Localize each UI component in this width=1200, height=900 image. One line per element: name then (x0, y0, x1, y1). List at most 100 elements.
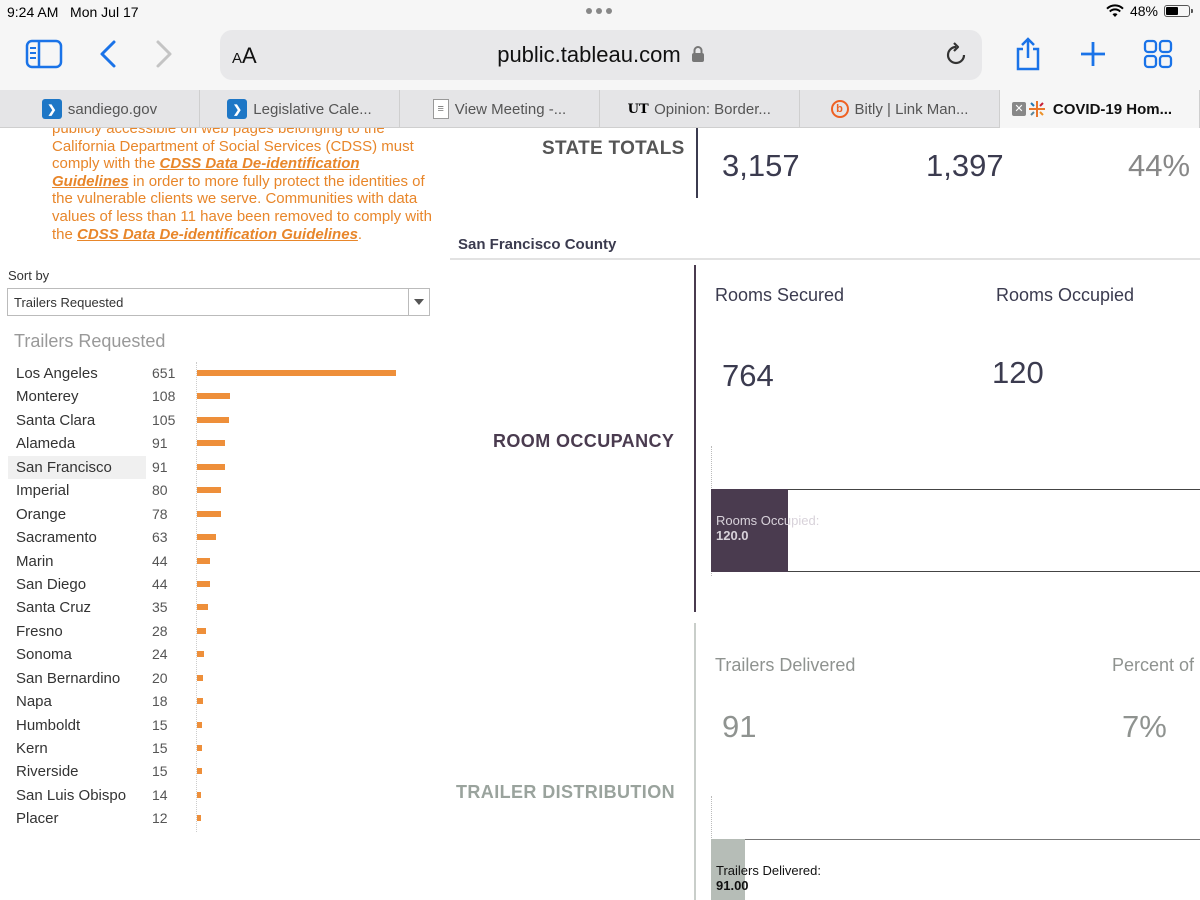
battery-icon (1164, 5, 1193, 17)
bar[interactable] (197, 745, 202, 751)
bar[interactable] (197, 580, 211, 587)
category-label: San Luis Obispo (16, 786, 127, 804)
state-total-rooms-secured: 3,157 (722, 148, 800, 183)
bar[interactable] (197, 721, 202, 728)
category-label: Kern (16, 740, 48, 757)
chart-row[interactable]: Los Angeles 651 (8, 362, 428, 385)
chart-row[interactable]: San Diego 44 (8, 573, 428, 596)
bar[interactable] (197, 463, 225, 470)
bar[interactable] (197, 557, 211, 564)
close-tab-icon[interactable]: ✕ (1012, 102, 1026, 116)
bar[interactable] (197, 627, 206, 634)
bar[interactable] (197, 791, 202, 798)
category-label: Marin (16, 552, 54, 570)
chart-row[interactable]: Marin 44 (8, 550, 428, 573)
chart-row[interactable]: Santa Clara 105 (8, 409, 428, 432)
status-indicators: 48% (1106, 3, 1193, 19)
share-icon[interactable] (1006, 32, 1050, 76)
tab-label: Legislative Cale... (253, 100, 372, 118)
cdss-guidelines-link[interactable]: CDSS Data De-identification Guidelines (77, 226, 358, 243)
url-display[interactable]: public.tableau.com (220, 42, 982, 68)
category-label: Monterey (16, 388, 79, 406)
tab-view-meeting[interactable]: ≡ View Meeting -... (400, 90, 600, 128)
category-label: San Diego (16, 575, 87, 593)
lock-icon (691, 46, 704, 62)
category-label: San Francisco (8, 455, 146, 479)
bar[interactable] (197, 416, 230, 423)
value-label: 15 (152, 763, 168, 780)
battery-percent: 48% (1129, 3, 1158, 19)
chart-row[interactable]: Monterey 108 (8, 385, 428, 408)
tab-bar: ❯ sandiego.gov ❯ Legislative Cale... ≡ V… (0, 90, 1200, 128)
chart-row[interactable]: Napa 18 (8, 690, 428, 713)
value-label: 108 (152, 388, 176, 405)
chart-row[interactable]: Humboldt 15 (8, 714, 428, 737)
bar[interactable] (197, 393, 230, 400)
tab-sandiego[interactable]: ❯ sandiego.gov (0, 90, 200, 128)
reload-icon[interactable] (942, 41, 970, 69)
bar[interactable] (197, 674, 204, 681)
chart-row[interactable]: Sonoma 24 (8, 643, 428, 666)
value-label: 15 (152, 740, 168, 756)
value-label: 35 (152, 599, 168, 616)
bar[interactable] (197, 815, 201, 822)
bar[interactable] (197, 440, 225, 447)
chart-row[interactable]: San Francisco 91 (8, 455, 428, 479)
tab-legislative-calendar[interactable]: ❯ Legislative Cale... (200, 90, 400, 128)
browser-toolbar: AA public.tableau.com (0, 24, 1200, 90)
sort-selected-value: Trailers Requested (14, 295, 124, 310)
bar[interactable] (197, 604, 208, 611)
bar[interactable] (197, 510, 221, 517)
chart-row[interactable]: Placer 12 (8, 807, 428, 830)
tab-opinion-border[interactable]: UT Opinion: Border... (600, 90, 800, 128)
dropdown-arrow-icon[interactable] (408, 289, 429, 315)
tab-label: COVID-19 Hom... (1052, 100, 1173, 118)
forward-icon[interactable] (142, 32, 186, 76)
sidebar-icon[interactable] (22, 32, 66, 76)
state-totals-label: STATE TOTALS (542, 138, 685, 159)
chart-row[interactable]: Imperial 80 (8, 479, 428, 502)
trailers-delivered-value: 91 (722, 709, 757, 744)
tab-overview-icon[interactable] (1136, 32, 1180, 76)
sort-by-dropdown[interactable]: Trailers Requested (7, 288, 430, 316)
bar[interactable] (197, 768, 202, 775)
state-total-percent: 44% (1128, 148, 1191, 183)
bar[interactable] (197, 534, 217, 541)
chart-row[interactable]: Orange 78 (8, 503, 428, 526)
value-label: 44 (152, 552, 168, 569)
chart-row[interactable]: Santa Cruz 35 (8, 596, 428, 619)
bar[interactable] (197, 651, 205, 658)
multitasking-dots-icon[interactable] (586, 8, 612, 14)
chart-row[interactable]: Riverside 15 (8, 760, 428, 783)
value-label: 78 (152, 505, 168, 522)
value-label: 14 (152, 786, 168, 803)
chart-row[interactable]: Kern 15 (8, 737, 428, 760)
ut-favicon: UT (627, 101, 649, 117)
sort-by-label: Sort by (8, 268, 50, 283)
bar[interactable] (197, 370, 396, 376)
chart-row[interactable]: San Bernardino 20 (8, 667, 428, 690)
value-label: 20 (152, 669, 168, 686)
trailers-delivered-bar-label: Trailers Delivered: 91.00 (716, 863, 821, 893)
chart-row[interactable]: San Luis Obispo 14 (8, 784, 428, 807)
tab-label: View Meeting -... (454, 100, 567, 118)
new-tab-icon[interactable] (1071, 32, 1115, 76)
state-total-rooms-occupied: 1,397 (926, 148, 1004, 183)
chart-row[interactable]: Alameda 91 (8, 432, 428, 455)
rooms-occupied-value: 120 (992, 355, 1044, 390)
tab-covid-19-home[interactable]: ✕ COVID-19 Hom... (1000, 90, 1200, 128)
back-icon[interactable] (86, 32, 130, 76)
address-bar[interactable]: AA public.tableau.com (220, 30, 982, 80)
tab-bitly[interactable]: b Bitly | Link Man... (800, 90, 1000, 128)
bar[interactable] (197, 487, 222, 494)
chart-row[interactable]: Fresno 28 (8, 620, 428, 643)
category-label: Alameda (16, 435, 76, 453)
status-bar: 9:24 AM Mon Jul 17 48% (0, 0, 1200, 24)
category-label: Fresno (16, 622, 63, 640)
chart-row[interactable]: Sacramento 63 (8, 526, 428, 549)
category-label: Humboldt (16, 716, 81, 734)
bar[interactable] (197, 698, 203, 705)
percent-of-label: Percent of (1112, 655, 1195, 675)
value-label: 105 (152, 411, 176, 428)
category-label: Santa Clara (16, 411, 96, 429)
